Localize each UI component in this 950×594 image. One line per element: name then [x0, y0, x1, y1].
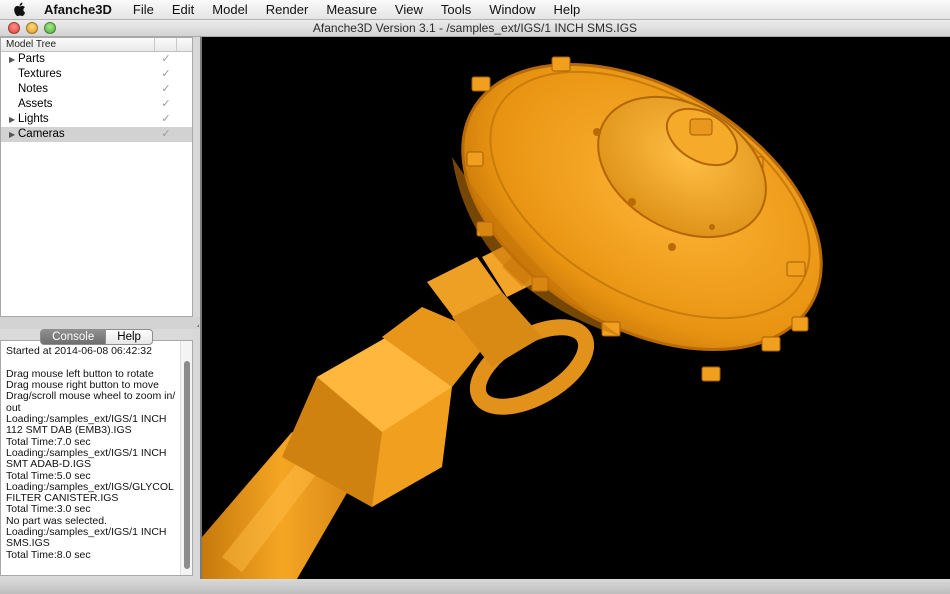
apple-menu[interactable]: [0, 0, 38, 20]
menu-render[interactable]: Render: [257, 0, 318, 20]
tree-row-label: Textures: [18, 68, 62, 80]
console-line: 112 SMT DAB (EMB3).IGS: [6, 424, 132, 437]
menu-tools[interactable]: Tools: [432, 0, 480, 20]
window-title-bar[interactable]: Afanche3D Version 3.1 - /samples_ext/IGS…: [0, 20, 950, 37]
tree-row-notes[interactable]: Notes ✓: [1, 82, 192, 97]
model-tree-header[interactable]: Model Tree: [1, 38, 192, 52]
menu-view[interactable]: View: [386, 0, 432, 20]
tree-row-label: Assets: [18, 98, 53, 110]
tree-row-lights[interactable]: ▶ Lights ✓: [1, 112, 192, 127]
window-title: Afanche3D Version 3.1 - /samples_ext/IGS…: [312, 21, 638, 35]
menu-edit[interactable]: Edit: [163, 0, 203, 20]
model-tree-rows: ▶ Parts ✓ Textures ✓ Notes ✓ Assets ✓ ▶ Lights ✓ ▶ Ca…: [1, 52, 192, 142]
menu-model[interactable]: Model: [203, 0, 256, 20]
menu-help[interactable]: Help: [544, 0, 589, 20]
tab-console[interactable]: Console: [40, 329, 107, 345]
window-bottom-bar: [0, 579, 950, 594]
disclosure-triangle-icon[interactable]: ▶: [9, 112, 15, 127]
console-tabs: Console Help: [0, 329, 193, 345]
menu-file[interactable]: File: [124, 0, 163, 20]
model-tree: Model Tree ▶ Parts ✓ Textures ✓ Notes ✓ Assets ✓…: [0, 37, 193, 317]
console-output[interactable]: Started at 2014-06-08 06:42:32 Drag mouse…: [0, 340, 193, 576]
checkmark-icon[interactable]: ✓: [160, 113, 172, 125]
3d-model-render: [202, 56, 823, 579]
console-scrollbar[interactable]: [180, 341, 192, 575]
checkmark-icon[interactable]: ✓: [160, 83, 172, 95]
disclosure-triangle-icon[interactable]: ▶: [9, 127, 15, 142]
console-line: Total Time:8.0 sec: [6, 548, 91, 561]
column-divider[interactable]: [154, 38, 155, 51]
disclosure-triangle-icon[interactable]: ▶: [9, 52, 15, 67]
console-scroll-thumb[interactable]: [184, 361, 190, 569]
3d-viewport[interactable]: [202, 37, 950, 579]
menu-measure[interactable]: Measure: [317, 0, 386, 20]
column-divider[interactable]: [176, 38, 177, 51]
tree-row-assets[interactable]: Assets ✓: [1, 97, 192, 112]
resize-grip-icon: [197, 324, 199, 327]
checkmark-icon[interactable]: ✓: [160, 68, 172, 80]
console-line: SMS.IGS: [6, 537, 50, 550]
tree-row-parts[interactable]: ▶ Parts ✓: [1, 52, 192, 67]
left-panel: Model Tree ▶ Parts ✓ Textures ✓ Notes ✓ Assets ✓…: [0, 37, 200, 579]
checkmark-icon[interactable]: ✓: [160, 53, 172, 65]
panel-splitter[interactable]: [0, 317, 200, 329]
tree-row-label: Parts: [18, 53, 45, 65]
console-line: Started at 2014-06-08 06:42:32: [6, 345, 152, 358]
apple-logo-icon: [13, 2, 25, 17]
model-tree-title: Model Tree: [6, 39, 57, 50]
checkmark-icon[interactable]: ✓: [160, 98, 172, 110]
tree-row-label: Cameras: [18, 128, 65, 140]
console-line: SMT ADAB-D.IGS: [6, 458, 91, 471]
console-text: Started at 2014-06-08 06:42:32 Drag mouse…: [6, 341, 176, 561]
menu-bar: Afanche3D File Edit Model Render Measure…: [0, 0, 950, 20]
menu-window[interactable]: Window: [480, 0, 544, 20]
console-panel: Started at 2014-06-08 06:42:32 Drag mouse…: [0, 329, 193, 577]
tree-row-cameras[interactable]: ▶ Cameras ✓: [1, 127, 192, 142]
checkmark-icon[interactable]: ✓: [160, 128, 172, 140]
tree-row-label: Lights: [18, 113, 49, 125]
tree-row-label: Notes: [18, 83, 49, 95]
tab-help[interactable]: Help: [106, 329, 153, 345]
tree-row-textures[interactable]: Textures ✓: [1, 67, 192, 82]
app-menu[interactable]: Afanche3D: [38, 0, 124, 20]
console-line: Drag/scroll mouse wheel to zoom in/: [6, 390, 176, 403]
